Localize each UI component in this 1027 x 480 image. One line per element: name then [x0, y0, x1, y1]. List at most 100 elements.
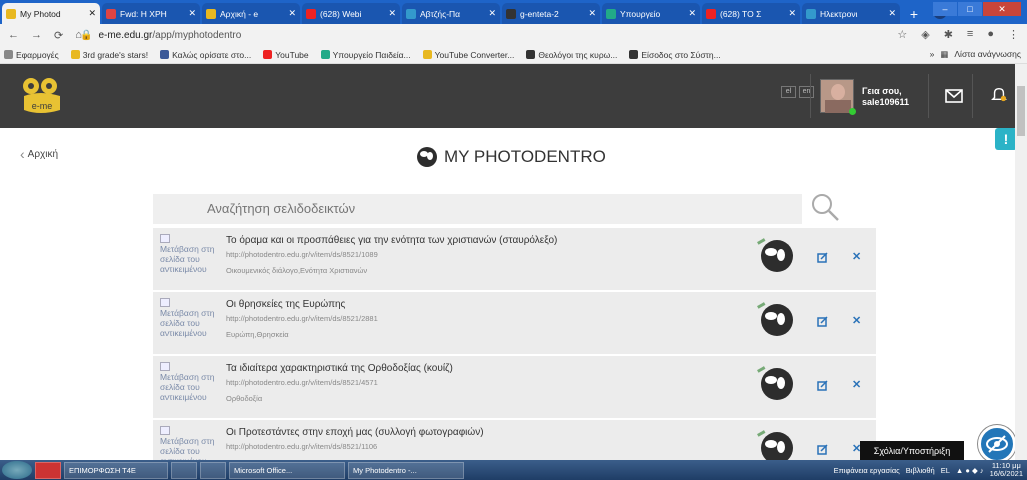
help-button[interactable]: !: [995, 128, 1017, 150]
desktop-toolbar[interactable]: Επιφάνεια εργασίας: [834, 466, 900, 475]
browser-tab[interactable]: Αρχική - e ✕: [202, 3, 300, 24]
delete-icon[interactable]: ✕: [852, 250, 861, 263]
back-arrow-icon[interactable]: ←: [8, 29, 19, 41]
edit-icon[interactable]: [817, 380, 828, 391]
taskbar-button[interactable]: [171, 461, 197, 479]
user-greeting[interactable]: Γεια σου, sale109611: [862, 86, 909, 108]
item-url[interactable]: http://photodentro.edu.gr/v/item/ds/8521…: [226, 378, 378, 387]
tab-close-icon[interactable]: ✕: [388, 8, 396, 19]
bookmark-item[interactable]: Θεολόγοι της κυρω...: [526, 50, 617, 60]
browser-tab[interactable]: Υπουργείο ✕: [602, 3, 700, 24]
item-title-link[interactable]: Το όραμα και οι προσπάθειες για την ενότ…: [226, 235, 557, 246]
tab-close-icon[interactable]: ✕: [788, 8, 796, 19]
forward-arrow-icon[interactable]: →: [31, 29, 42, 41]
browser-tab[interactable]: Αβτζής-Πα ✕: [402, 3, 500, 24]
bookmark-row: Μετάβαση στη σελίδα του αντικειμένου Το ό…: [153, 228, 876, 290]
menu-icon[interactable]: ⋮: [1008, 28, 1019, 41]
tab-close-icon[interactable]: ✕: [488, 8, 496, 19]
account-icon[interactable]: ●: [987, 28, 994, 41]
tab-close-icon[interactable]: ✕: [888, 8, 896, 19]
feedback-eye-button[interactable]: [978, 425, 1016, 463]
browser-tab[interactable]: (628) Webi ✕: [302, 3, 400, 24]
item-url[interactable]: http://photodentro.edu.gr/v/item/ds/8521…: [226, 250, 378, 259]
item-title-link[interactable]: Οι Προτεστάντες στην εποχή μας (συλλογή …: [226, 427, 484, 438]
svg-text:e-me: e-me: [32, 101, 53, 111]
library-toolbar[interactable]: Βιβλιοθή: [906, 466, 935, 475]
item-thumbnail-link[interactable]: Μετάβαση στη σελίδα του αντικειμένου: [160, 298, 220, 338]
item-url[interactable]: http://photodentro.edu.gr/v/item/ds/8521…: [226, 442, 377, 451]
bookmark-icon: [263, 50, 273, 59]
reading-list[interactable]: Λίστα ανάγνωσης: [954, 49, 1021, 60]
tab-close-icon[interactable]: ✕: [688, 8, 696, 19]
close-icon[interactable]: ✕: [983, 2, 1021, 16]
item-url[interactable]: http://photodentro.edu.gr/v/item/ds/8521…: [226, 314, 378, 323]
tab-favicon-icon: [306, 8, 316, 19]
system-tray: Επιφάνεια εργασίας Βιβλιοθή EL ▲ ● ◆ ♪ 1…: [834, 462, 1023, 478]
extension-icon[interactable]: ◈: [921, 28, 929, 41]
puzzle-icon[interactable]: ✱: [944, 28, 953, 41]
minimize-icon[interactable]: –: [933, 2, 957, 16]
tray-icons[interactable]: ▲ ● ◆ ♪: [956, 466, 984, 475]
page-scrollbar[interactable]: [1015, 64, 1027, 460]
start-button[interactable]: [2, 461, 32, 479]
broken-image-icon: [160, 426, 170, 435]
lang-en-button[interactable]: en: [799, 86, 814, 98]
new-tab-button[interactable]: +: [904, 6, 924, 22]
bookmark-item[interactable]: Υπουργείο Παιδεία...: [320, 50, 411, 60]
bookmark-item[interactable]: Εφαρμογές: [4, 50, 59, 60]
photodentro-icon: [757, 302, 793, 336]
bookmark-item[interactable]: Καλώς ορίσατε στο...: [160, 50, 251, 60]
bookmarks-more[interactable]: »: [930, 49, 935, 60]
browser-tab[interactable]: Fwd: Η ΧΡΗ ✕: [102, 3, 200, 24]
edit-icon[interactable]: [817, 316, 828, 327]
edit-icon[interactable]: [817, 444, 828, 455]
browser-tab[interactable]: Ηλεκτρονι ✕: [802, 3, 900, 24]
avatar[interactable]: [820, 79, 856, 115]
broken-image-icon: [160, 234, 170, 243]
item-thumbnail-link[interactable]: Μετάβαση στη σελίδα του αντικειμένου: [160, 234, 220, 274]
edit-icon[interactable]: [817, 252, 828, 263]
taskbar-button[interactable]: Microsoft Office...: [229, 461, 345, 479]
item-title-link[interactable]: Τα ιδιαίτερα χαρακτηριστικά της Ορθοδοξί…: [226, 363, 453, 374]
browser-tab[interactable]: g-enteta-2 ✕: [502, 3, 600, 24]
browser-tab[interactable]: (628) ΤΟ Σ ✕: [702, 3, 800, 24]
bell-icon[interactable]: [990, 86, 1008, 102]
bookmark-row: Μετάβαση στη σελίδα του αντικειμένου Τα ι…: [153, 356, 876, 418]
delete-icon[interactable]: ✕: [852, 378, 861, 391]
clock[interactable]: 11:10 μμ 16/6/2021: [990, 462, 1023, 478]
mail-icon[interactable]: [945, 88, 963, 104]
reading-list-icon[interactable]: ▦: [940, 49, 948, 60]
reload-icon[interactable]: ⟳: [54, 29, 63, 42]
url-field[interactable]: 🔒 e-me.edu.gr/app/myphotodentro: [80, 27, 910, 43]
star-icon[interactable]: ☆: [897, 28, 907, 41]
url-host: e-me.edu.gr: [98, 29, 153, 41]
tab-close-icon[interactable]: ✕: [588, 8, 596, 19]
tab-close-icon[interactable]: ✕: [188, 8, 196, 19]
bookmark-item[interactable]: 3rd grade's stars!: [70, 50, 148, 60]
bookmark-item[interactable]: Είσοδος στο Σύστη...: [629, 50, 721, 60]
playlist-icon[interactable]: ≡: [967, 28, 973, 41]
tab-close-icon[interactable]: ✕: [88, 8, 96, 19]
lang-el-button[interactable]: el: [781, 86, 796, 98]
language-indicator[interactable]: EL: [941, 466, 950, 475]
taskbar-button[interactable]: My Photodentro -...: [348, 461, 464, 479]
clock-date: 16/6/2021: [989, 469, 1023, 478]
e-me-logo[interactable]: e-me: [18, 76, 66, 116]
page-title-text: MY PHOTODENTRO: [444, 147, 606, 166]
bookmark-search-input[interactable]: [153, 194, 802, 224]
scrollbar-thumb[interactable]: [1017, 86, 1025, 136]
delete-icon[interactable]: ✕: [852, 314, 861, 327]
bookmark-item[interactable]: YouTube: [263, 50, 309, 60]
item-title-link[interactable]: Οι θρησκείες της Ευρώπης: [226, 299, 345, 310]
item-thumbnail-link[interactable]: Μετάβαση στη σελίδα του αντικειμένου: [160, 362, 220, 402]
browser-tab[interactable]: My Photod ✕: [2, 3, 100, 24]
tab-title: g-enteta-2: [520, 8, 559, 19]
search-icon[interactable]: [810, 192, 840, 222]
taskbar-button[interactable]: [200, 461, 226, 479]
taskbar-app-icon[interactable]: [35, 461, 61, 479]
tab-close-icon[interactable]: ✕: [288, 8, 296, 19]
bookmark-item[interactable]: YouTube Converter...: [422, 50, 514, 60]
taskbar-button[interactable]: ΕΠΙΜΟΡΦΩΣΗ Τ4Ε: [64, 461, 168, 479]
maximize-icon[interactable]: □: [958, 2, 982, 16]
back-link[interactable]: ‹ Αρχική: [20, 146, 58, 162]
